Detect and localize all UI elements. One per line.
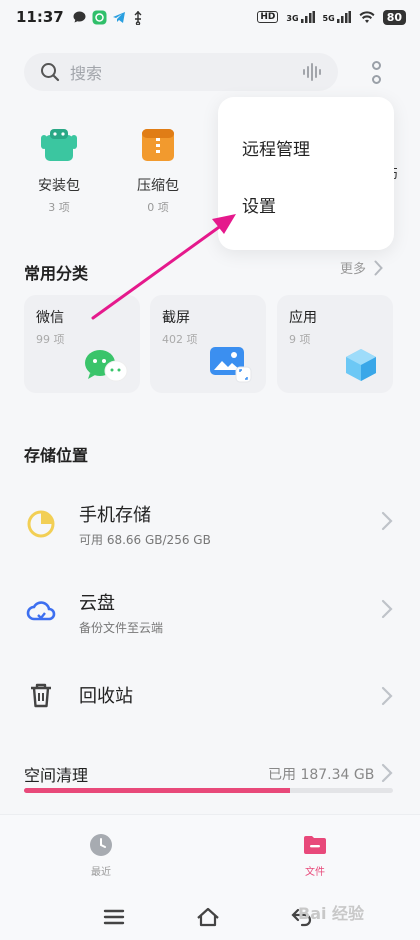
telegram-icon xyxy=(112,11,125,23)
category-card-apps[interactable]: 应用 9 项 xyxy=(277,295,393,393)
cleanup-progress-bar xyxy=(24,788,393,793)
cleanup-progress-fill xyxy=(24,788,290,793)
storage-item-recycle-bin[interactable]: 回收站 xyxy=(0,666,420,726)
storage-item-title: 云盘 xyxy=(79,593,115,614)
more-options-button[interactable] xyxy=(364,56,388,88)
signal-3g-label: 3G xyxy=(286,14,299,23)
category-name: 微信 xyxy=(36,310,64,326)
pie-storage-icon xyxy=(27,510,55,538)
battery-indicator: 80 xyxy=(382,9,406,25)
storage-item-subtitle: 可用 68.66 GB/256 GB xyxy=(79,533,211,547)
storage-item-subtitle: 备份文件至云端 xyxy=(79,621,164,635)
category-name: 应用 xyxy=(289,310,317,326)
categories-title: 常用分类 xyxy=(24,264,89,283)
quick-item-count: 0 项 xyxy=(147,201,169,214)
signal-bars-icon xyxy=(300,11,315,23)
storage-item-cloud[interactable]: 云盘 备份文件至云端 xyxy=(0,583,420,643)
status-time: 11:37 xyxy=(16,8,64,26)
app-notification-icon xyxy=(92,10,107,24)
quick-item-label: 安装包 xyxy=(38,178,80,194)
signal-bars-icon xyxy=(336,11,351,23)
search-bar[interactable]: 搜索 xyxy=(24,53,338,91)
chevron-right-icon xyxy=(374,260,383,275)
usb-icon xyxy=(134,10,142,25)
cleanup-used: 已用 187.34 GB xyxy=(268,767,375,783)
storage-title: 存储位置 xyxy=(24,446,89,465)
storage-item-phone[interactable]: 手机存储 可用 68.66 GB/256 GB xyxy=(0,495,420,555)
cloud-icon xyxy=(26,601,56,621)
clock-icon xyxy=(90,834,112,856)
category-name: 截屏 xyxy=(162,310,190,326)
trash-icon xyxy=(31,683,51,708)
menu-icon[interactable] xyxy=(102,906,126,928)
categories-more-link[interactable]: 更多 xyxy=(340,258,383,277)
menu-item-remote-management[interactable]: 远程管理 xyxy=(242,135,310,160)
status-right: HD 3G 5G 80 xyxy=(257,9,406,25)
home-icon[interactable] xyxy=(196,906,220,928)
tab-label: 最近 xyxy=(91,867,111,878)
search-input[interactable]: 搜索 xyxy=(70,60,302,84)
more-label: 更多 xyxy=(340,262,367,277)
voice-search-icon[interactable] xyxy=(302,62,322,82)
chevron-right-icon xyxy=(381,686,393,706)
category-count: 99 项 xyxy=(36,333,65,346)
quick-item-label: 压缩包 xyxy=(137,178,179,194)
category-card-wechat[interactable]: 微信 99 项 xyxy=(24,295,140,393)
chevron-right-icon xyxy=(381,599,393,619)
hd-indicator: HD xyxy=(257,11,279,23)
bottom-nav: 最近 文件 xyxy=(0,814,420,894)
cleanup-title[interactable]: 空间清理 xyxy=(24,762,88,786)
watermark-text: Bai 经验 xyxy=(298,904,365,923)
chevron-right-icon[interactable] xyxy=(381,763,393,783)
search-icon xyxy=(41,63,60,82)
tab-recent[interactable]: 最近 xyxy=(71,833,131,878)
archive-icon xyxy=(142,129,174,161)
wechat-icon xyxy=(85,350,128,382)
quick-item-zip[interactable]: 压缩包 0 项 xyxy=(118,125,198,215)
category-card-screenshot[interactable]: 截屏 402 项 xyxy=(150,295,266,393)
quick-item-apk[interactable]: 安装包 3 项 xyxy=(19,125,99,215)
dot-icon xyxy=(371,74,381,84)
menu-item-settings[interactable]: 设置 xyxy=(242,192,276,217)
storage-item-title: 手机存储 xyxy=(79,505,151,526)
tab-files[interactable]: 文件 xyxy=(285,833,345,878)
notification-icons xyxy=(72,10,144,25)
android-package-icon xyxy=(41,129,77,161)
storage-item-title: 回收站 xyxy=(79,686,133,707)
signal-3g: 3G xyxy=(286,11,315,23)
signal-5g: 5G xyxy=(323,11,351,23)
screenshot-icon xyxy=(210,347,252,383)
category-count: 9 项 xyxy=(289,333,311,346)
status-bar: 11:37 HD 3G 5G 80 xyxy=(0,0,420,34)
tab-label: 文件 xyxy=(305,867,325,878)
dot-icon xyxy=(371,60,381,70)
app-cube-icon xyxy=(346,349,376,381)
overflow-popup-menu: 远程管理 设置 xyxy=(218,97,394,250)
chevron-right-icon xyxy=(381,511,393,531)
signal-5g-label: 5G xyxy=(322,14,335,23)
quick-item-count: 3 项 xyxy=(48,201,70,214)
folder-icon xyxy=(304,836,326,854)
message-icon xyxy=(73,11,86,22)
category-count: 402 项 xyxy=(162,333,198,346)
wifi-icon xyxy=(359,10,375,23)
